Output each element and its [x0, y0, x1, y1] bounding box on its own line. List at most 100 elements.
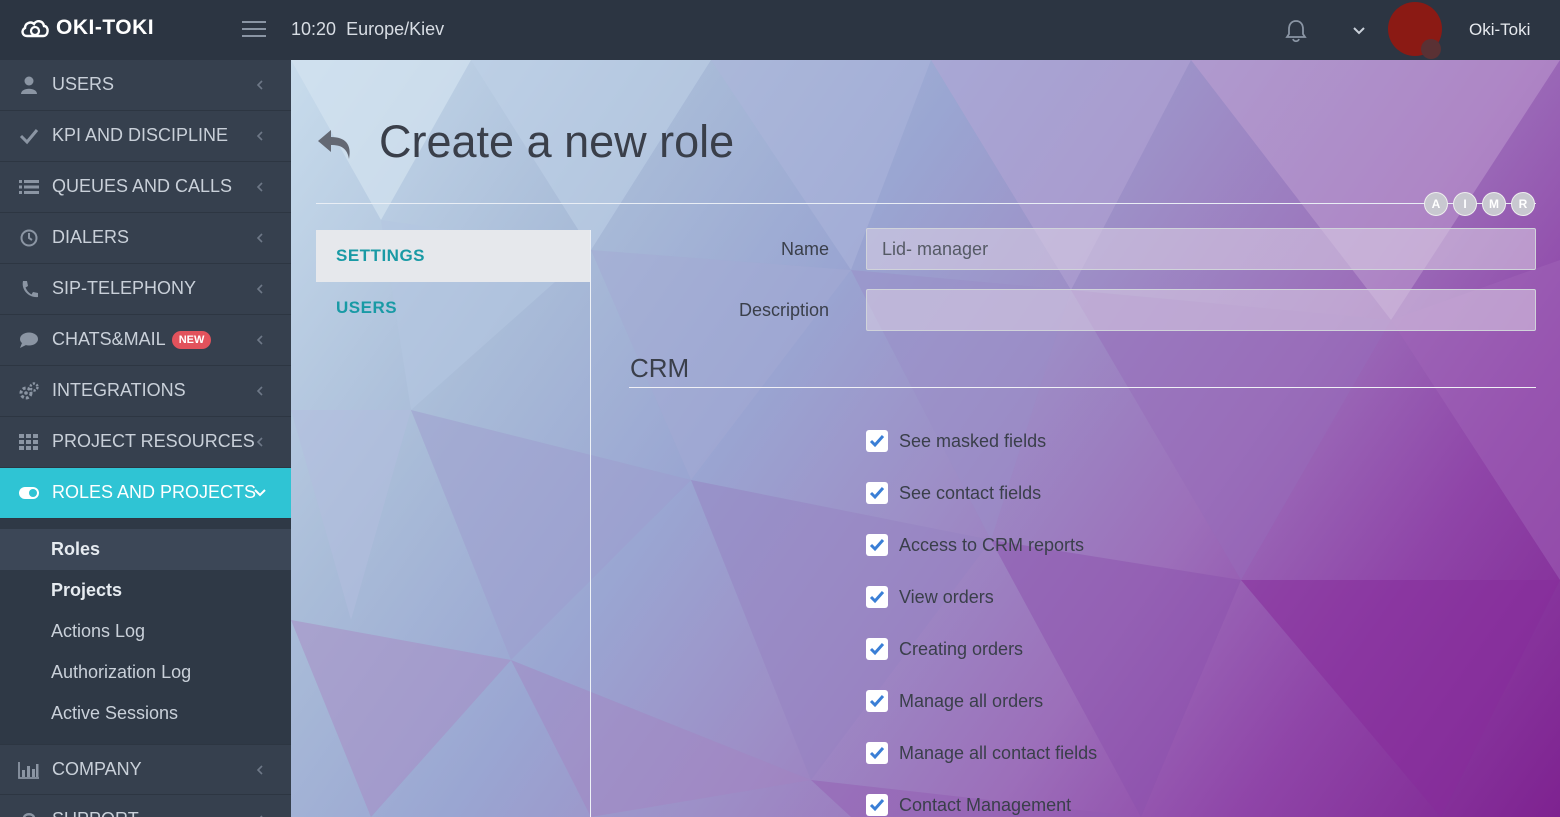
sidebar-item-dialers[interactable]: DIALERS	[0, 213, 291, 264]
user-name[interactable]: Oki-Toki	[1469, 20, 1530, 40]
cloud-logo-icon	[21, 20, 49, 38]
checkmark-icon	[869, 799, 885, 812]
permission-row[interactable]: See contact fields	[866, 467, 1097, 519]
permission-label: See contact fields	[899, 482, 1042, 503]
grid-icon	[19, 434, 38, 450]
checkmark-icon	[869, 539, 885, 552]
permission-row[interactable]: View orders	[866, 571, 1097, 623]
description-label: Description	[738, 300, 829, 320]
checkmark-icon	[869, 435, 885, 448]
letter-bubbles: A I M R	[1425, 193, 1534, 215]
submenu-item-authorization-log[interactable]: Authorization Log	[0, 652, 291, 693]
chevron-down-icon	[254, 489, 266, 497]
menu-toggle-icon[interactable]	[242, 21, 266, 39]
sidebar-item-label: QUEUES AND CALLS	[52, 176, 233, 196]
back-arrow-icon[interactable]	[315, 126, 357, 162]
section-title-crm: CRM	[630, 353, 690, 383]
chevron-left-icon	[256, 386, 263, 396]
toggle-icon	[19, 487, 39, 499]
permission-label: Manage all orders	[899, 690, 1044, 711]
submenu-item-actions-log[interactable]: Actions Log	[0, 611, 291, 652]
permission-label: View orders	[899, 586, 994, 607]
tab-settings[interactable]: SETTINGS	[316, 230, 590, 282]
submenu-item-active-sessions[interactable]: Active Sessions	[0, 693, 291, 734]
clock-time: 10:20	[291, 19, 337, 39]
sidebar-item-company[interactable]: COMPANY	[0, 744, 291, 795]
status-dot	[1421, 39, 1441, 59]
gears-icon	[19, 382, 39, 400]
chat-icon	[20, 332, 38, 348]
letter-bubble-i[interactable]: I	[1454, 193, 1476, 215]
checkmark-icon	[869, 695, 885, 708]
submenu: Roles Projects Actions Log Authorization…	[0, 519, 291, 744]
sidebar-item-sip[interactable]: SIP-TELEPHONY	[0, 264, 291, 315]
clock: 10:20 Europe/Kiev	[291, 19, 444, 40]
permission-label: Contact Management	[899, 794, 1072, 815]
tabs-panel: SETTINGS USERS	[316, 230, 590, 334]
submenu-item-roles[interactable]: Roles	[0, 529, 291, 570]
tab-users[interactable]: USERS	[316, 282, 590, 334]
sidebar-item-project-resources[interactable]: PROJECT RESOURCES	[0, 417, 291, 468]
checkbox[interactable]	[866, 534, 888, 556]
page-title: Create a new role	[379, 116, 735, 167]
brand-name: OKI-TOKI	[56, 16, 155, 39]
permission-row[interactable]: Manage all orders	[866, 675, 1097, 727]
sidebar-item-label-text: CHATS&MAIL	[52, 329, 166, 349]
divider	[316, 203, 1536, 204]
permission-label: Manage all contact fields	[899, 742, 1098, 763]
list-icon	[19, 180, 39, 194]
permission-row[interactable]: Manage all contact fields	[866, 727, 1097, 779]
chevron-left-icon	[256, 131, 263, 141]
checkbox[interactable]	[866, 638, 888, 660]
checkmark-icon	[869, 643, 885, 656]
permission-row[interactable]: Creating orders	[866, 623, 1097, 675]
permission-label: See masked fields	[899, 430, 1047, 451]
sidebar-item-label: SUPPORT	[52, 809, 139, 817]
permission-row[interactable]: Access to CRM reports	[866, 519, 1097, 571]
checkbox[interactable]	[866, 586, 888, 608]
name-input[interactable]	[866, 228, 1536, 270]
permission-label: Access to CRM reports	[899, 534, 1085, 555]
checkbox[interactable]	[866, 742, 888, 764]
checkbox[interactable]	[866, 794, 888, 816]
submenu-item-projects[interactable]: Projects	[0, 570, 291, 611]
check-icon	[19, 129, 39, 145]
user-icon	[21, 76, 37, 94]
chevron-left-icon	[256, 335, 263, 345]
divider	[629, 387, 1536, 388]
chevron-down-icon[interactable]	[1352, 25, 1366, 37]
sidebar-item-roles-and-projects[interactable]: ROLES AND PROJECTS	[0, 468, 291, 519]
clock-icon	[20, 229, 38, 247]
phone-icon	[22, 281, 38, 298]
sidebar-item-label: DIALERS	[52, 227, 130, 247]
sidebar-item-chats[interactable]: CHATS&MAIL NEW	[0, 315, 291, 366]
logo[interactable]: OKI-TOKI	[20, 16, 154, 40]
chevron-left-icon	[256, 233, 263, 243]
chevron-left-icon	[256, 80, 263, 90]
sidebar-item-label: KPI AND DISCIPLINE	[52, 125, 229, 145]
checkmark-icon	[869, 487, 885, 500]
chevron-left-icon	[256, 437, 263, 447]
sidebar-item-integrations[interactable]: INTEGRATIONS	[0, 366, 291, 417]
letter-bubble-m[interactable]: M	[1483, 193, 1505, 215]
sidebar-item-label: SIP-TELEPHONY	[52, 278, 197, 298]
sidebar-item-support[interactable]: SUPPORT	[0, 795, 291, 817]
chevron-left-icon	[256, 765, 263, 775]
letter-bubble-r[interactable]: R	[1512, 193, 1534, 215]
support-icon	[23, 813, 35, 817]
chevron-left-icon	[256, 182, 263, 192]
sidebar-item-kpi[interactable]: KPI AND DISCIPLINE	[0, 111, 291, 162]
sidebar-item-queues[interactable]: QUEUES AND CALLS	[0, 162, 291, 213]
bell-icon[interactable]	[1285, 19, 1307, 43]
sidebar: USERS KPI AND DISCIPLINE QUEUES AND CALL…	[0, 60, 291, 817]
sidebar-item-users[interactable]: USERS	[0, 60, 291, 111]
checkbox[interactable]	[866, 482, 888, 504]
permission-row[interactable]: Contact Management	[866, 779, 1097, 817]
checkbox[interactable]	[866, 690, 888, 712]
letter-bubble-a[interactable]: A	[1425, 193, 1447, 215]
permission-row[interactable]: See masked fields	[866, 415, 1097, 467]
main-content: Create a new role A I M R SETTINGS USERS…	[291, 60, 1560, 817]
sidebar-item-label: COMPANY	[52, 759, 142, 779]
description-input[interactable]	[866, 289, 1536, 331]
checkbox[interactable]	[866, 430, 888, 452]
